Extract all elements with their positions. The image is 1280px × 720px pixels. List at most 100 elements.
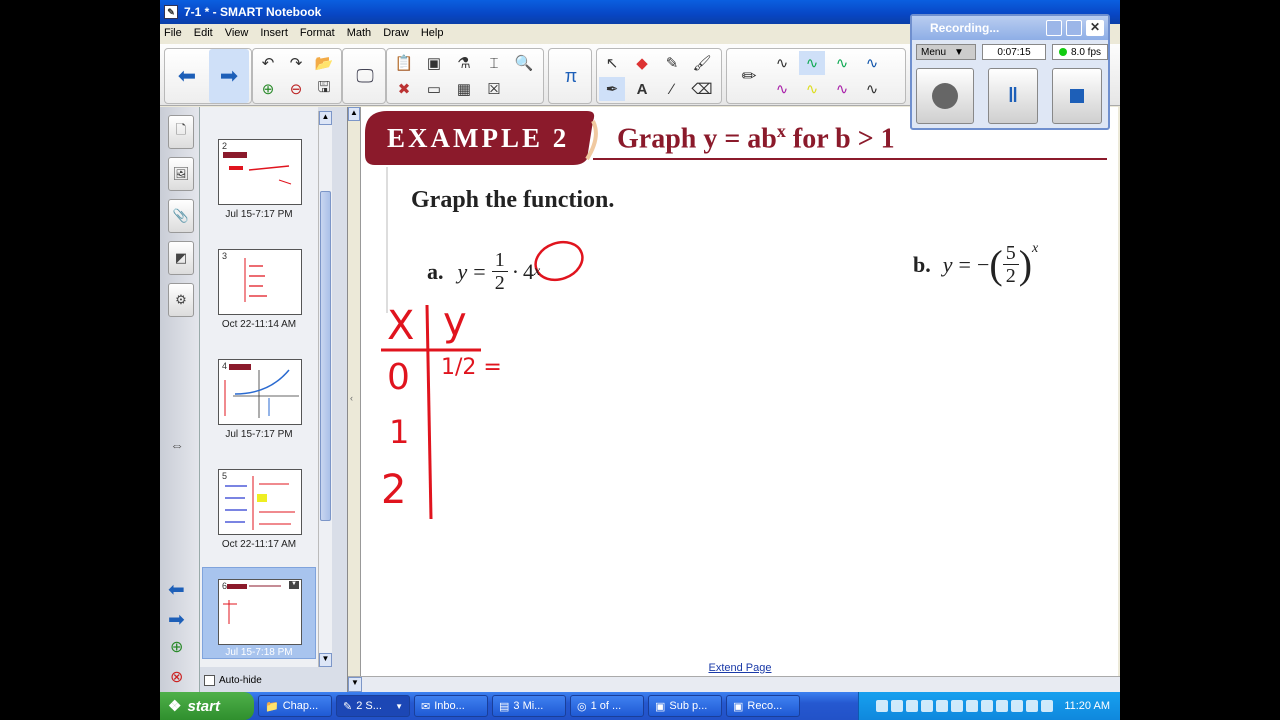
slide-thumb-2[interactable]: 2 (218, 139, 302, 205)
gallery-tab-icon[interactable]: 🖼 (168, 157, 194, 191)
tray-icon-4[interactable] (921, 700, 934, 712)
open-folder-icon[interactable]: 📂 (311, 51, 337, 75)
task-inbox[interactable]: ✉ Inbo... (414, 695, 488, 717)
pen-style-5-icon[interactable]: ∿ (769, 77, 795, 101)
fullscreen-icon[interactable]: ▭ (421, 77, 447, 101)
scroll-thumb[interactable] (320, 191, 331, 521)
menu-help[interactable]: Help (421, 27, 444, 39)
text-a-icon[interactable]: A (629, 77, 655, 101)
recording-close-icon[interactable]: ✕ (1086, 20, 1104, 36)
recording-maximize-icon[interactable] (1066, 20, 1082, 36)
pen-style-4-icon[interactable]: ∿ (859, 51, 885, 75)
tray-icon-8[interactable] (981, 700, 994, 712)
task-sub[interactable]: ▣ Sub p... (648, 695, 722, 717)
tray-icon-12[interactable] (1041, 700, 1054, 712)
delete-page-icon[interactable]: ⊖ (283, 77, 309, 101)
pen-style-6-icon[interactable]: ∿ (799, 77, 825, 101)
recording-window[interactable]: Recording... ✕ Menu ▼ 0:07:15 8.0 fps ‖ (910, 14, 1110, 130)
slide-menu-icon[interactable]: ▼ (289, 581, 299, 589)
auto-hide-checkbox[interactable] (204, 675, 215, 686)
menu-insert[interactable]: Insert (260, 27, 288, 39)
task-smart-notebook[interactable]: ✎ 2 S... ▼ (336, 695, 410, 717)
magic-pen-icon[interactable]: ✎ (659, 51, 685, 75)
pen-style-8-icon[interactable]: ∿ (859, 77, 885, 101)
add-page-side-icon[interactable]: ⊕ (170, 637, 183, 657)
fill-icon[interactable]: 🖌 (689, 51, 715, 75)
clock[interactable]: 11:20 AM (1064, 700, 1110, 712)
addons-tab-icon[interactable]: ⚙ (168, 283, 194, 317)
task-browser[interactable]: ◎ 1 of ... (570, 695, 644, 717)
sorter-scrollbar[interactable]: ▲ ▼ (318, 111, 332, 667)
eraser-icon[interactable]: ⌫ (689, 77, 715, 101)
document-camera-icon[interactable]: ⚗ (451, 51, 477, 75)
slide-thumb-4[interactable]: 4 (218, 359, 302, 425)
panel-splitter[interactable]: ▲ ‹ (348, 107, 360, 692)
tray-icon-9[interactable] (996, 700, 1009, 712)
recording-title-bar[interactable]: Recording... ✕ (912, 16, 1108, 40)
delete-icon[interactable]: ✖ (391, 77, 417, 101)
text-tool-icon[interactable]: ⌶ (481, 51, 507, 75)
whiteboard-canvas[interactable]: EXAMPLE 2 Graph y = abx for b > 1 Graph … (360, 107, 1118, 677)
menu-edit[interactable]: Edit (194, 27, 213, 39)
canvas-horizontal-scrollbar[interactable]: ▼ (348, 676, 1120, 692)
slide-thumb-5[interactable]: 5 (218, 469, 302, 535)
menu-file[interactable]: File (164, 27, 182, 39)
start-button[interactable]: ❖ start (160, 692, 254, 720)
table-icon[interactable]: ▦ (451, 77, 477, 101)
delete-page-side-icon[interactable]: ⊗ (170, 667, 183, 687)
pen-style-2-icon[interactable]: ∿ (799, 51, 825, 75)
undo-icon[interactable]: ↶ (255, 51, 281, 75)
recording-minimize-icon[interactable] (1046, 20, 1062, 36)
pause-button[interactable]: ‖ (988, 68, 1038, 124)
redo-icon[interactable]: ↷ (283, 51, 309, 75)
auto-hide-option[interactable]: Auto-hide (204, 675, 262, 686)
back-arrow-icon[interactable]: ⬅ (167, 49, 207, 103)
properties-tab-icon[interactable]: ◩ (168, 241, 194, 275)
pen-icon[interactable]: ✒ (599, 77, 625, 101)
shapes-icon[interactable]: ◆ (629, 51, 655, 75)
pen-style-7-icon[interactable]: ∿ (829, 77, 855, 101)
tray-icon-3[interactable] (906, 700, 919, 712)
tray-icon-6[interactable] (951, 700, 964, 712)
paste-icon[interactable]: 📋 (391, 51, 417, 75)
task-office[interactable]: ▤ 3 Mi... (492, 695, 566, 717)
scroll-up-icon[interactable]: ▲ (319, 111, 332, 125)
menu-format[interactable]: Format (300, 27, 335, 39)
pen-style-3-icon[interactable]: ∿ (829, 51, 855, 75)
add-page-icon[interactable]: ⊕ (255, 77, 281, 101)
tray-icon-2[interactable] (891, 700, 904, 712)
pen-style-1-icon[interactable]: ∿ (769, 51, 795, 75)
zoom-icon[interactable]: 🔍 (511, 51, 537, 75)
screen-shade-icon[interactable]: 🖵 (345, 49, 385, 103)
task-chapter[interactable]: 📁 Chap... (258, 695, 332, 717)
task-recorder[interactable]: ▣ Reco... (726, 695, 800, 717)
menu-view[interactable]: View (225, 27, 249, 39)
pen-properties-icon[interactable]: ✏ (729, 49, 769, 103)
close-box-icon[interactable]: ☒ (481, 77, 507, 101)
collapse-chevron-icon[interactable]: ‹ (350, 393, 353, 403)
save-icon[interactable]: 🖫 (311, 77, 337, 101)
recording-menu-button[interactable]: Menu ▼ (916, 44, 976, 60)
attachments-tab-icon[interactable]: 📎 (168, 199, 194, 233)
resize-arrows-icon[interactable]: ⇔ (170, 437, 184, 453)
slide-thumb-3[interactable]: 3 (218, 249, 302, 315)
pi-math-icon[interactable]: π (551, 49, 591, 103)
record-button[interactable] (916, 68, 974, 124)
canvas-scroll-up-icon[interactable]: ▲ (348, 107, 360, 121)
page-sorter-tab-icon[interactable]: 🗋 (168, 115, 194, 149)
stop-button[interactable] (1052, 68, 1102, 124)
tray-icon-1[interactable] (876, 700, 889, 712)
line-icon[interactable]: ∕ (659, 77, 685, 101)
menu-draw[interactable]: Draw (383, 27, 409, 39)
menu-math[interactable]: Math (347, 27, 371, 39)
tray-icon-7[interactable] (966, 700, 979, 712)
forward-arrow-icon[interactable]: ➡ (209, 49, 249, 103)
extend-page-link[interactable]: Extend Page (361, 662, 1118, 674)
screen-capture-icon[interactable]: ▣ (421, 51, 447, 75)
canvas-scroll-down-icon[interactable]: ▼ (348, 677, 362, 692)
scroll-down-icon[interactable]: ▼ (319, 653, 332, 667)
slide-thumb-6[interactable]: 6 ▼ (218, 579, 302, 645)
tray-icon-10[interactable] (1011, 700, 1024, 712)
next-page-icon[interactable]: ➡ (168, 607, 185, 632)
tray-icon-11[interactable] (1026, 700, 1039, 712)
